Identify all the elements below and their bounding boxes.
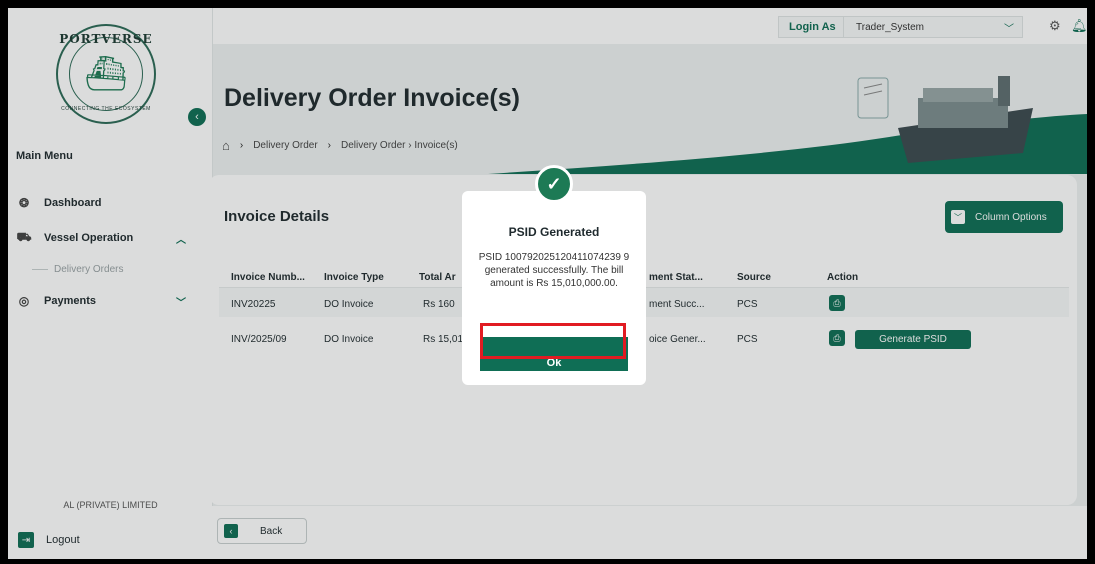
highlight-box — [480, 323, 626, 359]
dialog-message: PSID 100792025120411074239 9 generated s… — [478, 252, 630, 289]
app-window: PORTVERSE ⛴ CONNECTING THE ECOSYSTEM Mai… — [8, 8, 1087, 559]
success-check-icon: ✓ — [535, 165, 573, 203]
dialog-title: PSID Generated — [508, 225, 600, 239]
